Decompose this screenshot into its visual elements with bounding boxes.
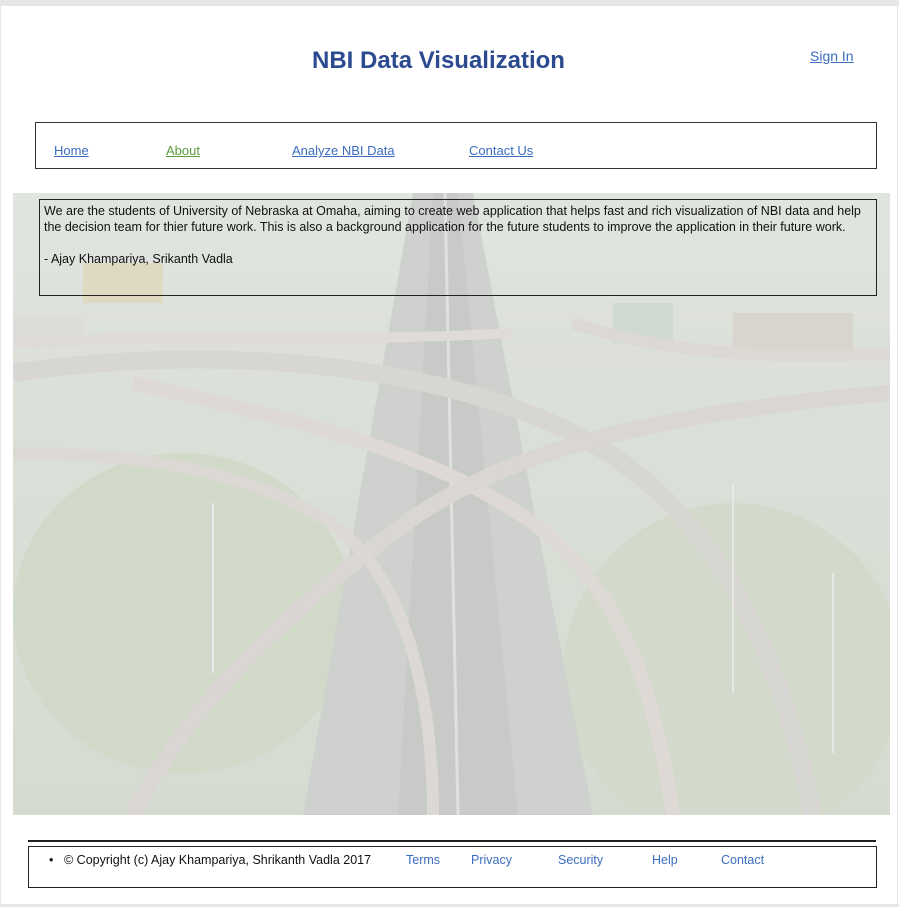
- sign-in-link[interactable]: Sign In: [810, 48, 854, 64]
- about-signature: - Ajay Khampariya, Srikanth Vadla: [44, 252, 233, 266]
- footer-terms-link[interactable]: Terms: [406, 853, 440, 867]
- footer-contact-link[interactable]: Contact: [721, 853, 764, 867]
- nav-analyze-link[interactable]: Analyze NBI Data: [292, 143, 395, 158]
- footer-security-link[interactable]: Security: [558, 853, 603, 867]
- main-nav: Home About Analyze NBI Data Contact Us: [35, 122, 877, 169]
- site-title: NBI Data Visualization: [312, 47, 565, 74]
- footer: • © Copyright (c) Ajay Khampariya, Shrik…: [28, 846, 877, 888]
- footer-divider: [28, 840, 876, 842]
- about-panel: We are the students of University of Neb…: [39, 199, 877, 296]
- copyright-text: © Copyright (c) Ajay Khampariya, Shrikan…: [64, 853, 372, 867]
- about-text: We are the students of University of Neb…: [44, 204, 861, 234]
- footer-privacy-link[interactable]: Privacy: [471, 853, 512, 867]
- nav-contact-link[interactable]: Contact Us: [469, 143, 533, 158]
- nav-about-link[interactable]: About: [166, 143, 200, 158]
- footer-bullet: •: [49, 853, 54, 867]
- nav-home-link[interactable]: Home: [54, 143, 89, 158]
- footer-help-link[interactable]: Help: [652, 853, 678, 867]
